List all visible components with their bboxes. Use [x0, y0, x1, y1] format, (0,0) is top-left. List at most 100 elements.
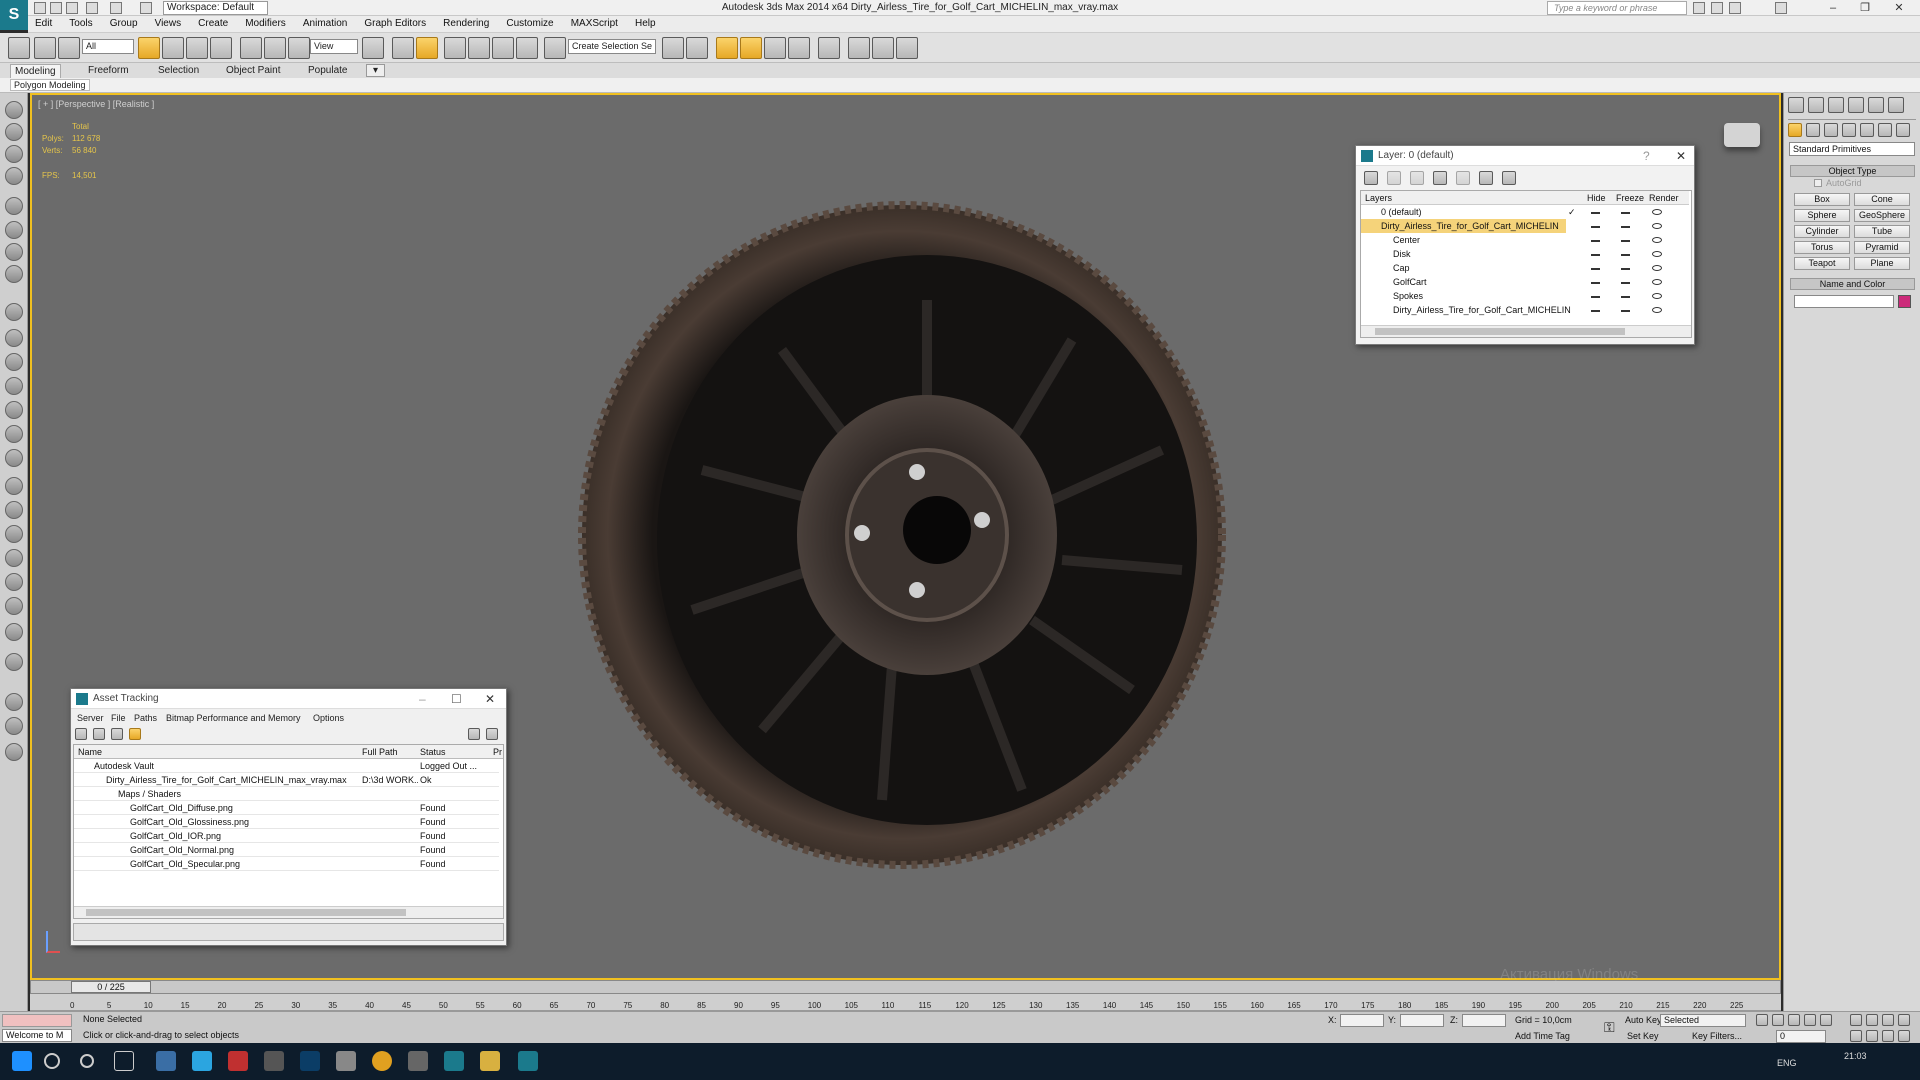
- render-production-icon[interactable]: [896, 37, 918, 59]
- help-icon[interactable]: [486, 728, 498, 740]
- light-icon[interactable]: [5, 425, 23, 443]
- app-menu-button[interactable]: S: [0, 0, 28, 30]
- camera-icon[interactable]: [5, 693, 23, 711]
- hair-icon[interactable]: [5, 597, 23, 615]
- help-circle-icon[interactable]: [5, 743, 23, 761]
- motion-icon[interactable]: [5, 243, 23, 261]
- clock[interactable]: 21:03: [1844, 1051, 1867, 1061]
- render-eye-icon[interactable]: [1652, 293, 1662, 299]
- col-status[interactable]: Status: [420, 745, 446, 759]
- new-file-icon[interactable]: [34, 2, 46, 14]
- render-eye-icon[interactable]: [1652, 223, 1662, 229]
- layer-row[interactable]: Dirty_Airless_Tire_for_Golf_Cart_MICHELI…: [1361, 303, 1689, 317]
- motion-tab-icon[interactable]: [1848, 97, 1864, 113]
- window-crossing-icon[interactable]: [210, 37, 232, 59]
- edit-named-selection-icon[interactable]: [544, 37, 566, 59]
- binoculars-icon[interactable]: [1693, 2, 1705, 14]
- select-manipulate-icon[interactable]: [392, 37, 414, 59]
- pyramid-button[interactable]: Pyramid: [1854, 241, 1910, 254]
- zoom-all-icon[interactable]: [1866, 1014, 1878, 1026]
- language-indicator[interactable]: ENG: [1777, 1058, 1797, 1068]
- tab-object-paint[interactable]: Object Paint: [222, 64, 284, 77]
- telegram-icon[interactable]: [192, 1051, 212, 1071]
- viewport-label[interactable]: [ + ] [Perspective ] [Realistic ]: [38, 99, 154, 109]
- pivot-center-icon[interactable]: [362, 37, 384, 59]
- col-name[interactable]: Name: [78, 745, 102, 759]
- help-button[interactable]: ?: [1643, 149, 1650, 163]
- thumbnail-icon[interactable]: [111, 728, 123, 740]
- pan-icon[interactable]: [1866, 1030, 1878, 1042]
- render-eye-icon[interactable]: [1652, 251, 1662, 257]
- menu-server[interactable]: Server: [77, 713, 104, 723]
- photoshop-icon[interactable]: [300, 1051, 320, 1071]
- tools-icon[interactable]: [5, 477, 23, 495]
- menu-customize[interactable]: Customize: [499, 16, 560, 31]
- delete-layer-icon[interactable]: [1387, 171, 1401, 185]
- auto-key-button[interactable]: Auto Key: [1625, 1015, 1662, 1025]
- cameras-icon[interactable]: [1842, 123, 1856, 137]
- table-row[interactable]: GolfCart_Old_Normal.png Found: [74, 843, 499, 857]
- open-file-icon[interactable]: [50, 2, 62, 14]
- unlink-icon[interactable]: [34, 37, 56, 59]
- geosphere-button[interactable]: GeoSphere: [1854, 209, 1910, 222]
- camera-app-icon[interactable]: [408, 1051, 428, 1071]
- save-file-icon[interactable]: [66, 2, 78, 14]
- vault-icon[interactable]: [468, 728, 480, 740]
- snaps-toggle-icon[interactable]: [444, 37, 466, 59]
- space-warps-icon[interactable]: [1878, 123, 1892, 137]
- start-icon[interactable]: [12, 1051, 32, 1071]
- orbit-icon[interactable]: [5, 101, 23, 119]
- app-settings-icon[interactable]: [264, 1051, 284, 1071]
- select-by-name-icon[interactable]: [162, 37, 184, 59]
- sphere-icon[interactable]: [5, 353, 23, 371]
- grid-icon[interactable]: [5, 653, 23, 671]
- highlight-layer-icon[interactable]: [1456, 171, 1470, 185]
- graphite-ribbon-icon[interactable]: [740, 37, 762, 59]
- zoom-extents-icon[interactable]: [1882, 1014, 1894, 1026]
- close-icon[interactable]: ✕: [1676, 149, 1686, 163]
- minimize-icon[interactable]: –: [419, 692, 426, 706]
- close-icon[interactable]: ✕: [485, 692, 495, 706]
- cone-button[interactable]: Cone: [1854, 193, 1910, 206]
- menu-rendering[interactable]: Rendering: [436, 16, 496, 31]
- table-row[interactable]: Maps / Shaders: [74, 787, 499, 801]
- go-to-end-icon[interactable]: [1820, 1014, 1832, 1026]
- maximize-viewport-icon[interactable]: [1898, 1030, 1910, 1042]
- favorites-star-icon[interactable]: [1729, 2, 1741, 14]
- menu-views[interactable]: Views: [148, 16, 189, 31]
- search-input[interactable]: Type a keyword or phrase: [1547, 1, 1687, 15]
- workspace-dropdown[interactable]: Workspace: Default: [163, 1, 268, 15]
- menu-animation[interactable]: Animation: [296, 16, 354, 31]
- shapes-icon[interactable]: [1806, 123, 1820, 137]
- menu-help[interactable]: Help: [628, 16, 663, 31]
- field-of-view-icon[interactable]: [1850, 1030, 1862, 1042]
- tab-modeling[interactable]: Modeling: [10, 64, 61, 78]
- go-to-start-icon[interactable]: [1756, 1014, 1768, 1026]
- torus-icon[interactable]: [5, 401, 23, 419]
- layer-row[interactable]: 0 (default) ✓: [1361, 205, 1689, 219]
- menu-paths[interactable]: Paths: [134, 713, 157, 723]
- table-row[interactable]: GolfCart_Old_Specular.png Found: [74, 857, 499, 871]
- mirror-icon[interactable]: [662, 37, 684, 59]
- add-to-layer-icon[interactable]: [1410, 171, 1424, 185]
- redo-icon[interactable]: [110, 2, 122, 14]
- y-coordinate-field[interactable]: [1400, 1014, 1444, 1027]
- col-full-path[interactable]: Full Path: [362, 745, 398, 759]
- tube-button[interactable]: Tube: [1854, 225, 1910, 238]
- link-icon[interactable]: [8, 37, 30, 59]
- globe-icon[interactable]: [5, 573, 23, 591]
- cone-icon[interactable]: [5, 377, 23, 395]
- airless-tire-model[interactable]: [572, 190, 1252, 870]
- table-row[interactable]: Autodesk Vault Logged Out ...: [74, 759, 499, 773]
- col-layers[interactable]: Layers: [1365, 191, 1392, 205]
- time-slider-thumb[interactable]: 0 / 225: [71, 981, 151, 993]
- lights-icon[interactable]: [1824, 123, 1838, 137]
- project-folder-icon[interactable]: [140, 2, 152, 14]
- table-row[interactable]: GolfCart_Old_IOR.png Found: [74, 829, 499, 843]
- box-icon[interactable]: [5, 329, 23, 347]
- shape-icon[interactable]: [5, 549, 23, 567]
- layer-manager-icon[interactable]: [716, 37, 738, 59]
- rectangular-selection-icon[interactable]: [186, 37, 208, 59]
- next-frame-icon[interactable]: [1804, 1014, 1816, 1026]
- maxscript-listener[interactable]: Welcome to M: [2, 1029, 72, 1042]
